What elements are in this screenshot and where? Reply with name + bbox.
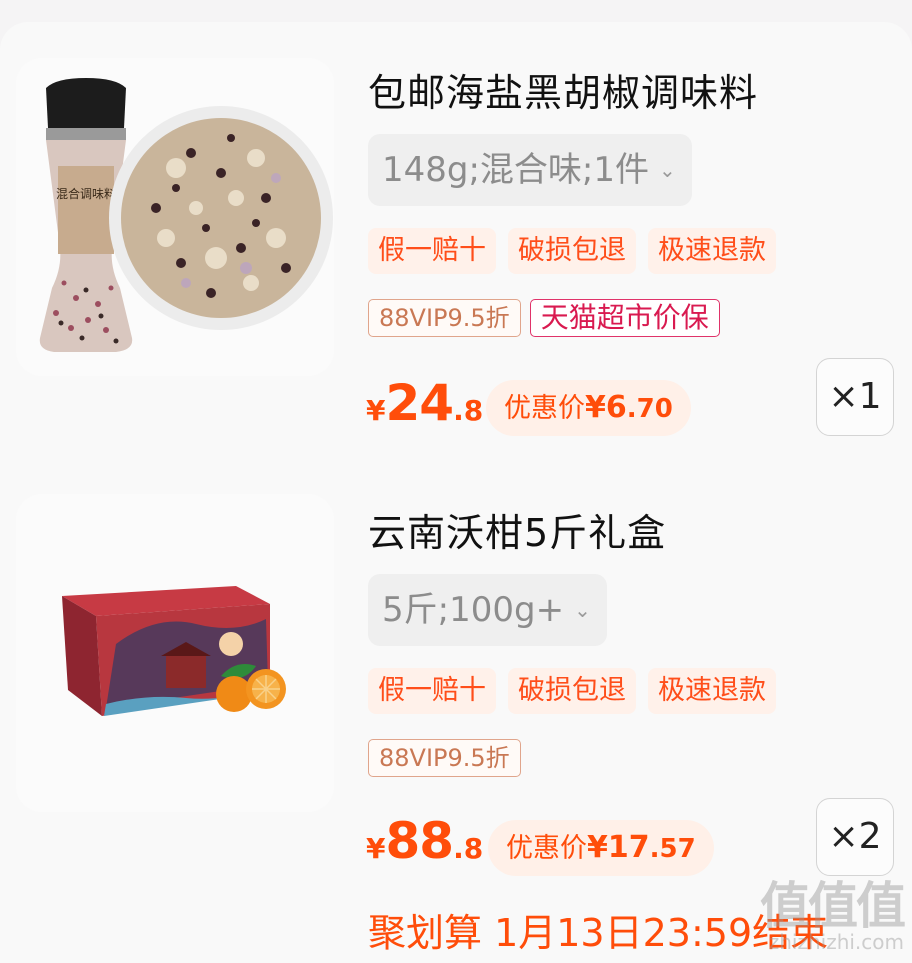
deal-label: 优惠价: [504, 393, 585, 424]
service-tags: 假一赔十 破损包退 极速退款: [368, 228, 776, 274]
vip-discount-tag: 88VIP9.5折: [368, 739, 521, 777]
deal-decimal: .57: [649, 834, 696, 864]
price-integer: 88: [385, 812, 454, 870]
deal-decimal: .70: [626, 394, 673, 424]
service-tag-fast-refund: 极速退款: [648, 668, 776, 714]
sku-value: 148g;混合味;1件: [382, 150, 650, 190]
vip-discount-tag: 88VIP9.5折: [368, 299, 521, 337]
service-tag-fast-refund: 极速退款: [648, 228, 776, 274]
product-image-citrus-box[interactable]: [16, 494, 334, 812]
product-image-pepper-grinder[interactable]: 混合调味料: [16, 58, 334, 376]
promo-tags: 88VIP9.5折 天猫超市价保: [368, 299, 720, 337]
sku-selector[interactable]: 5斤;100g+ ⌄: [368, 574, 607, 646]
deal-integer: 17: [607, 830, 650, 865]
quantity-button[interactable]: ×2: [816, 798, 894, 876]
discount-price-badge: 优惠价¥17.57: [488, 820, 714, 876]
service-tag-damage-return: 破损包退: [508, 668, 636, 714]
deal-currency: ¥: [585, 390, 606, 425]
chevron-down-icon: ⌄: [659, 158, 676, 182]
product-title[interactable]: 云南沃柑5斤礼盒: [368, 502, 666, 557]
discount-price-badge: 优惠价¥6.70: [486, 380, 691, 436]
bottle-label: 混合调味料: [56, 186, 116, 201]
price-decimal: .8: [453, 394, 484, 427]
deal-label: 优惠价: [506, 833, 587, 864]
price-guarantee-tag: 天猫超市价保: [529, 299, 720, 337]
juhuasuan-promo-deadline: 聚划算 1月13日23:59结束: [368, 911, 829, 955]
item-price: ¥24.8: [366, 374, 483, 432]
service-tag-damage-return: 破损包退: [508, 228, 636, 274]
chevron-down-icon: ⌄: [574, 598, 591, 622]
sku-value: 5斤;100g+: [382, 590, 565, 630]
promo-tags: 88VIP9.5折: [368, 739, 521, 777]
service-tag-fake-compensation: 假一赔十: [368, 668, 496, 714]
service-tag-fake-compensation: 假一赔十: [368, 228, 496, 274]
price-currency: ¥: [366, 394, 386, 427]
price-decimal: .8: [453, 832, 484, 865]
sku-selector[interactable]: 148g;混合味;1件 ⌄: [368, 134, 692, 206]
product-title[interactable]: 包邮海盐黑胡椒调味料: [368, 62, 758, 117]
item-price: ¥88.8: [366, 812, 483, 870]
deal-currency: ¥: [587, 830, 608, 865]
quantity-button[interactable]: ×1: [816, 358, 894, 436]
service-tags: 假一赔十 破损包退 极速退款: [368, 668, 776, 714]
price-currency: ¥: [366, 832, 386, 865]
price-integer: 24: [385, 374, 454, 432]
deal-integer: 6: [605, 390, 627, 425]
